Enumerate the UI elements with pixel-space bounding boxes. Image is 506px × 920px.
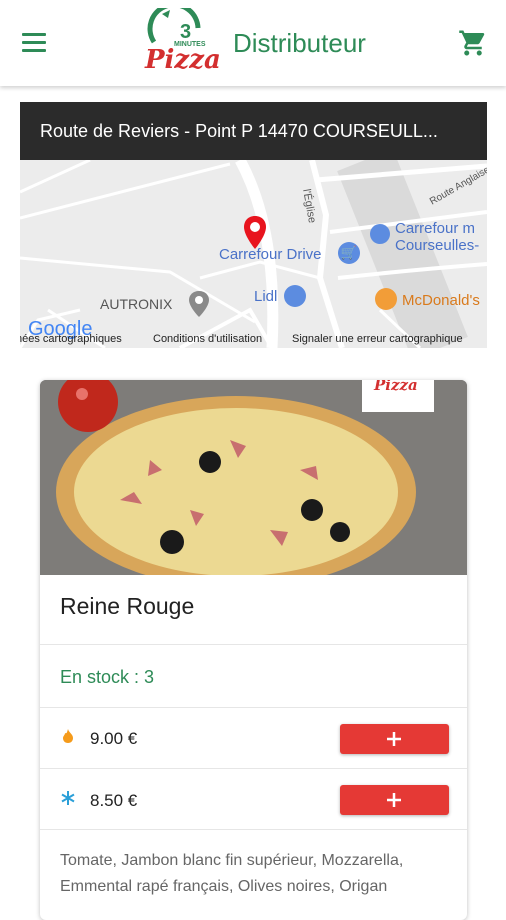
- page-title: Distributeur: [233, 28, 366, 58]
- logo: 3 MINUTES Pizza: [140, 2, 222, 78]
- map-label-carrefour-drive: Carrefour Drive: [219, 246, 322, 263]
- map[interactable]: l'Église Route Anglaise Carrefour Drive …: [20, 160, 487, 348]
- store-poi-icon: [370, 224, 390, 244]
- lidl-poi-icon: [284, 285, 306, 307]
- logo-number: 3: [180, 21, 191, 43]
- price-row: 8.50 €: [40, 768, 467, 829]
- price-value: 8.50 €: [90, 791, 138, 810]
- map-terms-link[interactable]: Conditions d'utilisation: [153, 333, 262, 345]
- plus-icon: [387, 793, 401, 807]
- add-button[interactable]: [340, 724, 449, 754]
- restaurant-poi-icon: [375, 288, 397, 310]
- product-card: Pizza Reine Rouge En stock : 3 9.00 € 8.…: [40, 380, 467, 920]
- map-label-courseulles: Courseulles-: [395, 237, 480, 254]
- shopping-cart-poi-icon: 🛒: [338, 242, 360, 264]
- map-label-mcdonalds: McDonald's: [402, 292, 480, 309]
- autronix-poi-icon: [188, 290, 210, 318]
- plus-icon: [387, 732, 401, 746]
- price-row: 9.00 €: [40, 707, 467, 768]
- pizza-image: Pizza: [40, 380, 467, 575]
- map-label-carrefour-market: Carrefour m: [395, 220, 476, 237]
- product-name-row: Reine Rouge: [40, 575, 467, 641]
- description-row: Tomate, Jambon blanc fin supérieur, Mozz…: [40, 829, 467, 920]
- address-bar: Route de Reviers - Point P 14470 COURSEU…: [20, 102, 487, 160]
- app-header: 3 MINUTES Pizza Distributeur: [0, 0, 506, 86]
- flame-icon: [60, 728, 76, 744]
- map-footer: nées cartographiques Conditions d'utilis…: [20, 332, 487, 348]
- map-report-link[interactable]: Signaler une erreur cartographique: [292, 333, 463, 345]
- image-brand-text: Pizza: [373, 380, 418, 394]
- map-data-link[interactable]: nées cartographiques: [20, 333, 122, 345]
- map-label-autronix: AUTRONIX: [100, 296, 173, 312]
- stock-row: En stock : 3: [40, 644, 467, 707]
- logo-word: Pizza: [144, 45, 221, 75]
- product-name: Reine Rouge: [60, 593, 195, 619]
- stock-status: En stock : 3: [60, 667, 155, 687]
- map-label-lidl: Lidl: [254, 288, 278, 305]
- product-description: Tomate, Jambon blanc fin supérieur, Mozz…: [60, 852, 404, 895]
- menu-icon[interactable]: [22, 33, 48, 53]
- cart-icon[interactable]: [458, 28, 488, 58]
- price-value: 9.00 €: [90, 729, 138, 748]
- add-button[interactable]: [340, 785, 449, 815]
- snowflake-icon: [60, 790, 76, 806]
